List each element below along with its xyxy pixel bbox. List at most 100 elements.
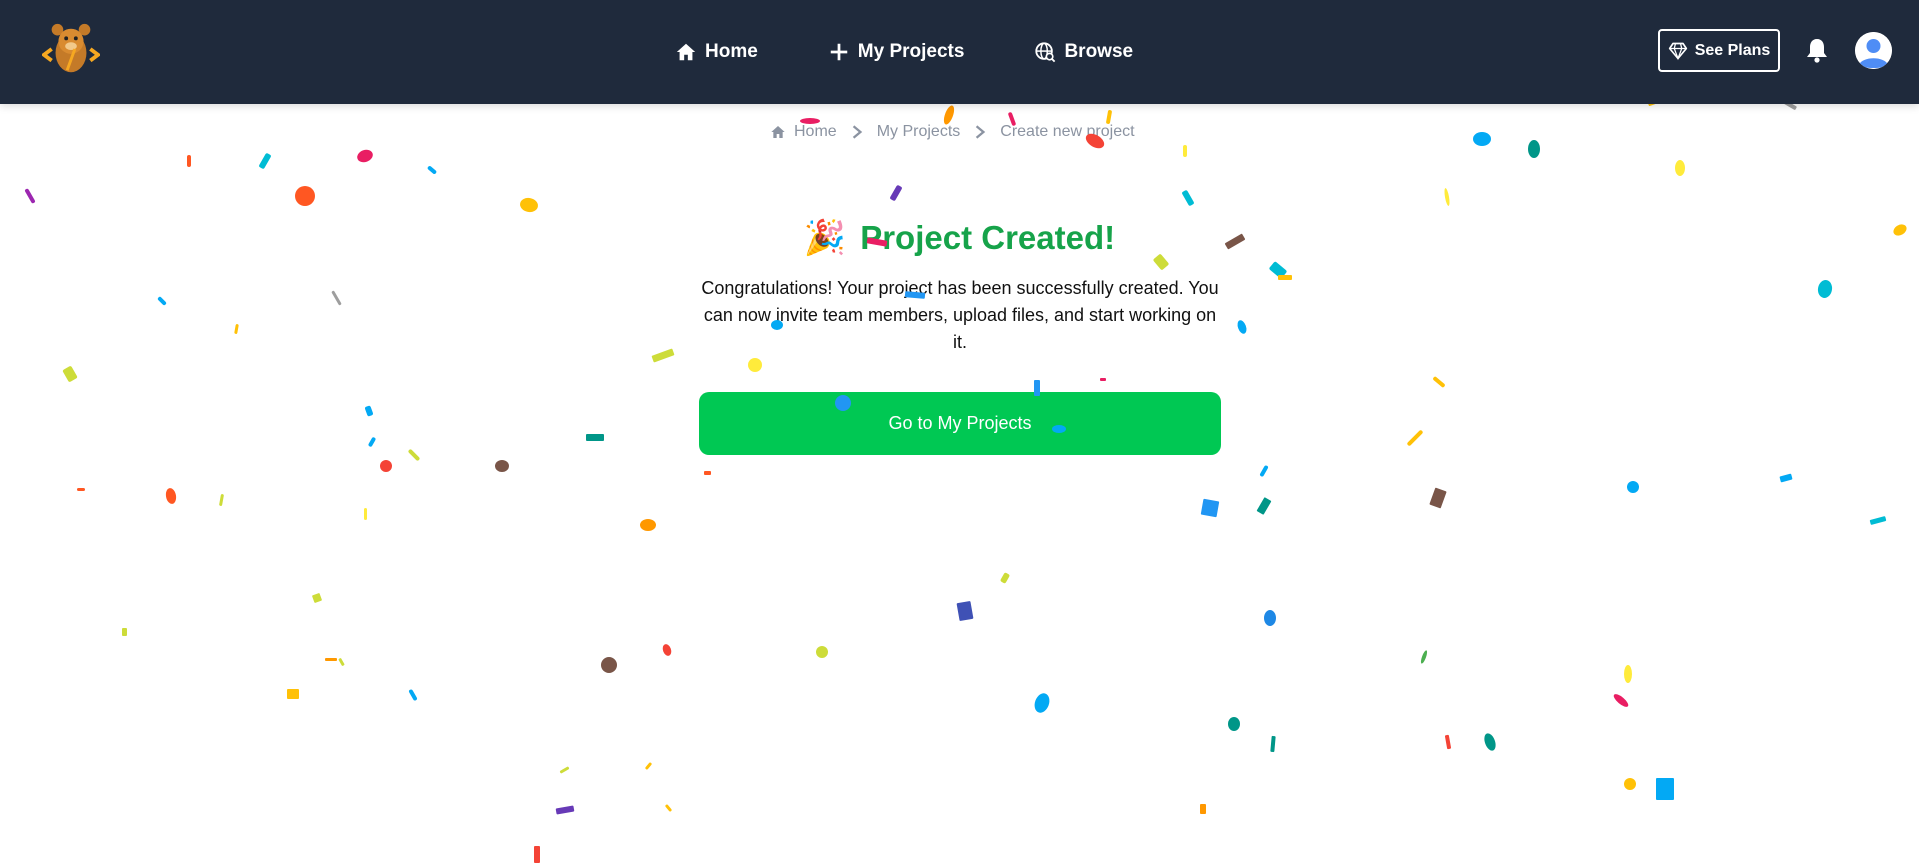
- confetti-piece: [1611, 692, 1631, 709]
- nav-browse-label: Browse: [1064, 41, 1134, 62]
- confetti-piece: [364, 508, 367, 520]
- breadcrumb: Home My Projects Create new project: [770, 123, 1135, 141]
- confetti-piece: [1228, 717, 1240, 731]
- confetti-piece: [518, 196, 540, 214]
- confetti-piece: [704, 471, 711, 475]
- confetti-piece: [164, 487, 178, 505]
- confetti-piece: [325, 658, 337, 661]
- confetti-piece: [1032, 691, 1052, 715]
- notifications-bell-icon[interactable]: [1805, 37, 1829, 63]
- confetti-piece: [1256, 497, 1272, 515]
- confetti-piece: [1200, 498, 1220, 518]
- confetti-piece: [1656, 778, 1674, 800]
- chevron-right-icon: [976, 125, 986, 139]
- main-nav: Home My Projects Browse: [675, 0, 1133, 104]
- confetti-piece: [956, 600, 974, 622]
- page-title: 🎉 Project Created!: [0, 218, 1919, 258]
- top-navbar: Home My Projects Browse See Plans: [0, 0, 1919, 104]
- confetti-piece: [1816, 278, 1834, 300]
- page-title-text: Project Created!: [860, 219, 1116, 256]
- confetti-piece: [24, 188, 36, 204]
- breadcrumb-my-projects[interactable]: My Projects: [877, 123, 961, 141]
- confetti-piece: [1528, 140, 1540, 158]
- home-icon: [676, 43, 696, 61]
- confetti-piece: [1432, 375, 1446, 389]
- success-message: Congratulations! Your project has been s…: [701, 278, 1219, 352]
- confetti-piece: [187, 155, 191, 167]
- confetti-piece: [338, 657, 345, 667]
- confetti-piece: [355, 147, 375, 165]
- confetti-piece: [295, 186, 315, 206]
- confetti-piece: [1259, 464, 1269, 478]
- confetti-piece: [664, 803, 673, 813]
- confetti-piece: [77, 488, 85, 491]
- confetti-piece: [426, 165, 438, 175]
- confetti-piece: [651, 348, 675, 363]
- chevron-right-icon: [852, 125, 862, 139]
- confetti-piece: [408, 688, 418, 702]
- nav-browse[interactable]: Browse: [1034, 41, 1133, 63]
- confetti-piece: [218, 493, 225, 507]
- diamond-icon: [1668, 42, 1687, 60]
- confetti-piece: [1444, 734, 1452, 750]
- go-to-my-projects-button[interactable]: Go to My Projects: [699, 392, 1221, 455]
- confetti-piece: [1675, 160, 1685, 176]
- confetti-piece: [287, 689, 299, 699]
- confetti-piece: [1627, 481, 1639, 493]
- nav-home-label: Home: [705, 41, 758, 62]
- confetti-piece: [1264, 610, 1276, 626]
- confetti-piece: [1443, 187, 1451, 207]
- confetti-piece: [364, 405, 374, 417]
- confetti-piece: [1278, 275, 1292, 280]
- confetti-piece: [1200, 804, 1206, 814]
- see-plans-button[interactable]: See Plans: [1658, 29, 1780, 72]
- confetti-piece: [555, 805, 575, 815]
- confetti-piece: [1482, 731, 1498, 753]
- home-icon: [771, 126, 785, 138]
- plus-icon: [830, 43, 848, 61]
- nav-home[interactable]: Home: [675, 41, 758, 63]
- confetti-piece: [640, 519, 656, 531]
- confetti-piece: [999, 572, 1011, 584]
- confetti-piece: [62, 365, 78, 383]
- confetti-piece: [748, 358, 762, 372]
- confetti-piece: [601, 657, 617, 673]
- bear-logo-icon[interactable]: [40, 20, 102, 78]
- breadcrumb-current-label: Create new project: [1000, 123, 1135, 140]
- confetti-piece: [1268, 261, 1288, 279]
- confetti-piece: [1181, 189, 1195, 207]
- confetti-piece: [1183, 145, 1187, 157]
- confetti-piece: [1624, 778, 1636, 790]
- breadcrumb-home-label: Home: [794, 123, 837, 140]
- confetti-piece: [1429, 487, 1447, 509]
- breadcrumb-home[interactable]: Home: [770, 123, 837, 141]
- confetti-piece: [407, 448, 421, 462]
- breadcrumb-my-projects-label: My Projects: [876, 123, 961, 140]
- confetti-piece: [586, 434, 604, 441]
- confetti-piece: [1270, 735, 1276, 753]
- see-plans-label: See Plans: [1694, 41, 1771, 59]
- confetti-piece: [1406, 429, 1424, 447]
- confetti-piece: [495, 460, 509, 472]
- confetti-piece: [534, 846, 540, 863]
- confetti-piece: [331, 290, 342, 306]
- confetti-piece: [1100, 378, 1106, 381]
- confetti-piece: [258, 152, 272, 170]
- confetti-piece: [1869, 516, 1887, 525]
- confetti-piece: [380, 460, 392, 472]
- confetti-piece: [1779, 473, 1793, 483]
- confetti-piece: [816, 646, 828, 658]
- confetti-piece: [234, 323, 239, 335]
- confetti-piece: [644, 761, 653, 771]
- nav-my-projects[interactable]: My Projects: [828, 41, 965, 63]
- confetti-piece: [1235, 319, 1249, 335]
- nav-my-projects-label: My Projects: [857, 41, 965, 62]
- confetti-piece: [661, 642, 673, 658]
- confetti-piece: [1473, 132, 1491, 146]
- party-popper-icon: 🎉: [803, 219, 847, 257]
- confetti-piece: [157, 296, 167, 306]
- confetti-piece: [1419, 649, 1429, 665]
- globe-search-icon: [1035, 42, 1056, 63]
- user-avatar-icon[interactable]: [1855, 32, 1892, 69]
- confetti-piece: [367, 436, 377, 448]
